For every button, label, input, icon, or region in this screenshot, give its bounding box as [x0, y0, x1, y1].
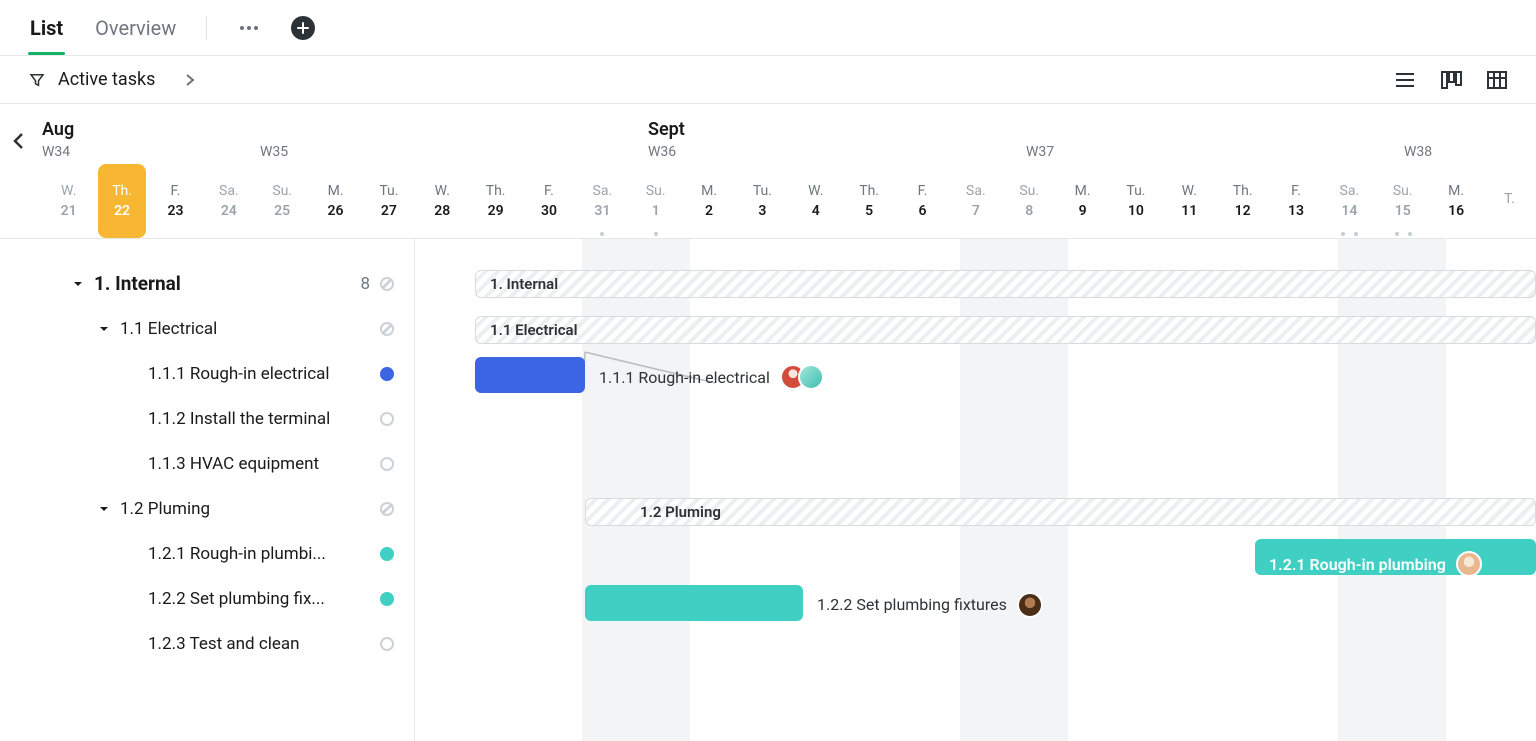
week-label: W34	[42, 144, 70, 160]
avatar-icon	[1017, 592, 1043, 618]
status-icon	[380, 457, 394, 471]
task-tree: 1. Internal 8 1.1 Electrical 1.1.1 Rough…	[0, 239, 415, 741]
week-label: W38	[1404, 144, 1432, 160]
more-tabs-icon[interactable]	[235, 14, 263, 42]
timeline-prev-button[interactable]	[12, 132, 24, 150]
timeline-months: Aug Sept	[42, 104, 1536, 140]
view-board-icon[interactable]	[1440, 69, 1462, 91]
caret-down-icon	[98, 324, 110, 334]
tree-group-plumbing[interactable]: 1.2 Pluming	[0, 486, 414, 531]
day-cell[interactable]: T.	[1483, 164, 1536, 238]
day-cell[interactable]: Th.22	[98, 164, 145, 238]
day-cell[interactable]: W.28	[416, 164, 469, 238]
view-list-icon[interactable]	[1394, 69, 1416, 91]
day-cell[interactable]: Su.1	[629, 164, 682, 238]
tree-task-121[interactable]: 1.2.1 Rough-in plumbi...	[0, 531, 414, 576]
day-cell[interactable]: Sa.24	[202, 164, 255, 238]
status-icon	[380, 637, 394, 651]
day-cell[interactable]: Sa.14	[1323, 164, 1376, 238]
timeline-days[interactable]: W.21Th.22F.23Sa.24Su.25M.26Tu.27W.28Th.2…	[42, 164, 1536, 238]
status-icon	[380, 547, 394, 561]
tree-task-113[interactable]: 1.1.3 HVAC equipment	[0, 441, 414, 486]
gantt-bar-label: 1.1.1 Rough-in electrical	[599, 364, 824, 390]
caret-down-icon	[72, 279, 84, 289]
day-cell[interactable]: W.4	[789, 164, 842, 238]
week-label: W36	[648, 144, 676, 160]
tree-task-112[interactable]: 1.1.2 Install the terminal	[0, 396, 414, 441]
chevron-right-icon	[185, 73, 195, 87]
tab-overview[interactable]: Overview	[93, 2, 178, 54]
day-cell[interactable]: M.9	[1056, 164, 1109, 238]
day-cell[interactable]: Sa.7	[949, 164, 1002, 238]
day-cell[interactable]: W.21	[42, 164, 95, 238]
status-icon	[380, 277, 394, 291]
gantt-chart[interactable]: 1. Internal 1.1 Electrical 1.1.1 Rough-i…	[415, 239, 1536, 741]
status-icon	[380, 502, 394, 516]
day-cell[interactable]: Su.15	[1376, 164, 1429, 238]
week-label: W35	[260, 144, 288, 160]
day-cell[interactable]: Th.12	[1216, 164, 1269, 238]
day-cell[interactable]: Th.29	[469, 164, 522, 238]
month-label: Sept	[648, 119, 685, 140]
day-cell[interactable]: F.23	[149, 164, 202, 238]
gantt-summary-electrical[interactable]: 1.1 Electrical	[475, 316, 1536, 344]
tab-separator	[206, 16, 207, 40]
status-icon	[380, 367, 394, 381]
month-label: Aug	[42, 119, 74, 140]
gantt-bar-122[interactable]	[585, 585, 803, 621]
avatar-icon	[798, 364, 824, 390]
day-cell[interactable]: M.26	[309, 164, 362, 238]
tab-list[interactable]: List	[28, 2, 65, 54]
day-cell[interactable]: Th.5	[842, 164, 895, 238]
gantt-bar-121[interactable]: 1.2.1 Rough-in plumbing	[1255, 539, 1536, 575]
status-icon	[380, 412, 394, 426]
day-cell[interactable]: Tu.27	[362, 164, 415, 238]
tree-task-111[interactable]: 1.1.1 Rough-in electrical	[0, 351, 414, 396]
add-tab-button[interactable]	[291, 16, 315, 40]
tree-task-122[interactable]: 1.2.2 Set plumbing fix...	[0, 576, 414, 621]
day-cell[interactable]: F.13	[1269, 164, 1322, 238]
day-cell[interactable]: F.6	[896, 164, 949, 238]
tree-task-123[interactable]: 1.2.3 Test and clean	[0, 621, 414, 666]
timeline-weeks: W34 W35 W36 W37 W38	[42, 140, 1536, 164]
gantt-bar-label: 1.2.2 Set plumbing fixtures	[817, 592, 1043, 618]
gantt-summary-internal[interactable]: 1. Internal	[475, 270, 1536, 298]
tree-group-electrical[interactable]: 1.1 Electrical	[0, 306, 414, 351]
filter-icon	[28, 71, 46, 89]
day-cell[interactable]: M.16	[1429, 164, 1482, 238]
day-cell[interactable]: W.11	[1163, 164, 1216, 238]
view-table-icon[interactable]	[1486, 69, 1508, 91]
day-cell[interactable]: Su.8	[1003, 164, 1056, 238]
day-cell[interactable]: Tu.3	[736, 164, 789, 238]
tree-group-internal[interactable]: 1. Internal 8	[0, 261, 414, 306]
avatar-icon	[1456, 551, 1482, 577]
status-icon	[380, 322, 394, 336]
day-cell[interactable]: F.30	[522, 164, 575, 238]
day-cell[interactable]: Tu.10	[1109, 164, 1162, 238]
gantt-summary-plumbing[interactable]: 1.2 Pluming	[585, 498, 1536, 526]
day-cell[interactable]: Sa.31	[576, 164, 629, 238]
gantt-bar-111[interactable]	[475, 357, 585, 393]
caret-down-icon	[98, 504, 110, 514]
filter-active-tasks[interactable]: Active tasks	[28, 69, 195, 90]
day-cell[interactable]: M.2	[682, 164, 735, 238]
week-label: W37	[1026, 144, 1054, 160]
day-cell[interactable]: Su.25	[256, 164, 309, 238]
status-icon	[380, 592, 394, 606]
